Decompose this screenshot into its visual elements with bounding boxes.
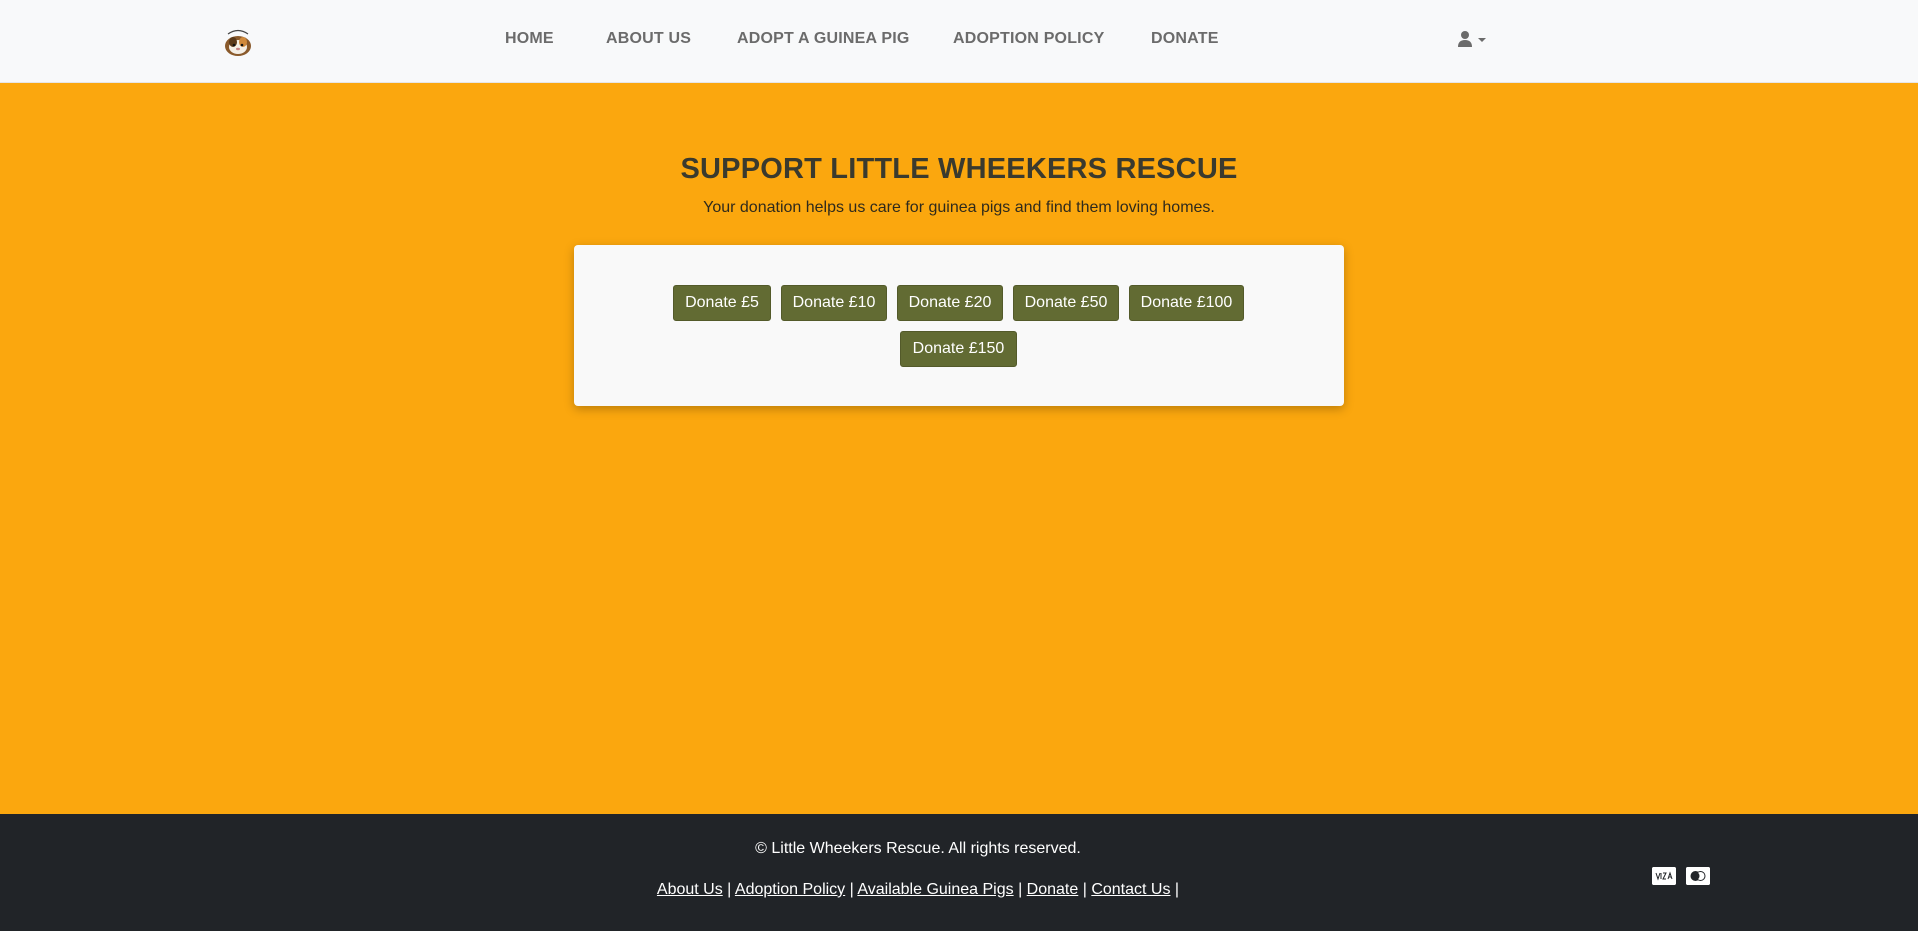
donate-20-button[interactable]: Donate £20 bbox=[897, 285, 1003, 321]
mastercard-icon bbox=[1686, 867, 1711, 885]
footer-separator: | bbox=[849, 881, 854, 898]
footer-link-donate[interactable]: Donate bbox=[1027, 881, 1079, 898]
footer-copyright: © Little Wheekers Rescue. All rights res… bbox=[755, 840, 1081, 857]
visa-icon bbox=[1652, 867, 1676, 885]
footer-separator: | bbox=[727, 881, 732, 898]
donate-5-button[interactable]: Donate £5 bbox=[673, 285, 771, 321]
nav-link-adoption-policy[interactable]: ADOPTION POLICY bbox=[953, 30, 1104, 48]
user-menu-dropdown[interactable] bbox=[1456, 30, 1490, 50]
main-navigation: HOME ABOUT US ADOPT A GUINEA PIG ADOPTIO… bbox=[0, 0, 1918, 80]
page-title: SUPPORT LITTLE WHEEKERS RESCUE bbox=[680, 153, 1238, 185]
footer-link-available-guinea-pigs[interactable]: Available Guinea Pigs bbox=[857, 881, 1013, 898]
payment-icons bbox=[1652, 867, 1716, 889]
navbar: HOME ABOUT US ADOPT A GUINEA PIG ADOPTIO… bbox=[0, 0, 1918, 83]
donate-150-button[interactable]: Donate £150 bbox=[900, 331, 1017, 367]
footer-links: About Us | Adoption Policy | Available G… bbox=[0, 881, 1836, 899]
donate-50-button[interactable]: Donate £50 bbox=[1013, 285, 1119, 321]
donate-10-button[interactable]: Donate £10 bbox=[781, 285, 887, 321]
nav-link-adopt-a-guinea-pig[interactable]: ADOPT A GUINEA PIG bbox=[737, 30, 910, 48]
caret-down-icon bbox=[1478, 38, 1486, 42]
nav-link-about-us[interactable]: ABOUT US bbox=[606, 30, 691, 48]
footer-separator: | bbox=[1018, 881, 1023, 898]
donate-100-button[interactable]: Donate £100 bbox=[1129, 285, 1244, 321]
footer-link-about-us[interactable]: About Us bbox=[657, 881, 723, 898]
footer-link-contact-us[interactable]: Contact Us bbox=[1091, 881, 1170, 898]
page-subtitle: Your donation helps us care for guinea p… bbox=[703, 199, 1215, 216]
nav-link-donate[interactable]: DONATE bbox=[1151, 30, 1219, 48]
user-icon bbox=[1458, 31, 1486, 47]
site-footer: © Little Wheekers Rescue. All rights res… bbox=[0, 814, 1918, 931]
footer-link-adoption-policy[interactable]: Adoption Policy bbox=[735, 881, 845, 898]
nav-link-home[interactable]: HOME bbox=[505, 30, 554, 48]
footer-separator: | bbox=[1174, 881, 1180, 898]
footer-separator: | bbox=[1082, 881, 1087, 898]
donation-card: Donate £5 Donate £10 Donate £20 Donate £… bbox=[574, 245, 1344, 406]
